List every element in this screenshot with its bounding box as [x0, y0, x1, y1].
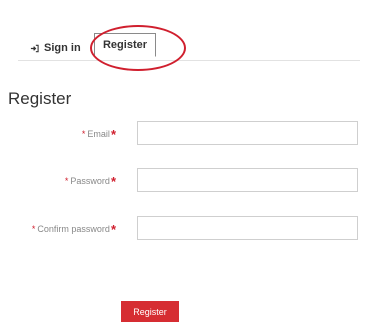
required-marker: *	[110, 127, 116, 142]
required-marker: *	[110, 222, 116, 237]
email-row: * Email*	[0, 121, 366, 145]
email-field[interactable]	[137, 121, 358, 145]
required-marker: *	[81, 129, 86, 139]
tab-sign-in-label: Sign in	[44, 42, 81, 54]
tab-register-label: Register	[102, 39, 148, 51]
auth-tabs: Sign in Register	[18, 30, 360, 61]
password-field[interactable]	[137, 168, 358, 192]
tab-register[interactable]: Register	[94, 33, 156, 57]
required-marker: *	[31, 224, 36, 234]
password-label: * Password*	[64, 172, 116, 189]
tab-sign-in[interactable]: Sign in	[30, 37, 81, 59]
password-row: * Password*	[0, 168, 366, 192]
register-button[interactable]: Register	[121, 301, 179, 322]
required-marker: *	[64, 176, 69, 186]
email-label: * Email*	[81, 125, 116, 142]
confirm-password-label-text: Confirm password	[37, 224, 110, 234]
sign-in-icon	[30, 44, 39, 52]
required-marker: *	[110, 174, 116, 189]
confirm-password-label: * Confirm password*	[31, 220, 116, 237]
confirm-password-row: * Confirm password*	[0, 216, 366, 240]
email-label-text: Email	[87, 129, 110, 139]
password-label-text: Password	[70, 176, 110, 186]
confirm-password-field[interactable]	[137, 216, 358, 240]
page-title: Register	[8, 89, 72, 108]
